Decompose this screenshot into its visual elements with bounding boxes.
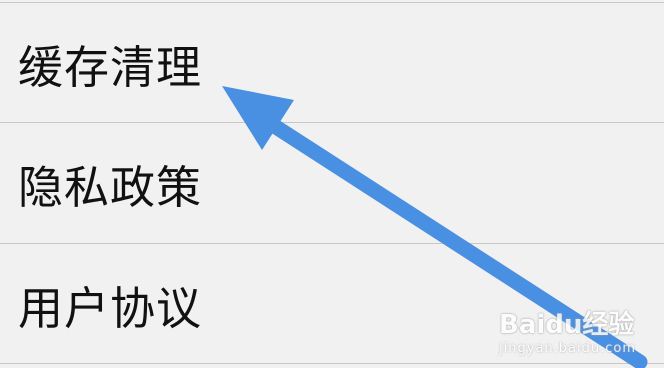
menu-item-label: 缓存清理 bbox=[18, 40, 203, 94]
menu-item-label: 隐私政策 bbox=[18, 160, 203, 214]
divider bbox=[0, 122, 664, 123]
menu-item-user-agreement[interactable]: 用户协议 bbox=[0, 245, 664, 363]
divider bbox=[0, 363, 664, 364]
divider bbox=[0, 2, 664, 3]
divider bbox=[0, 243, 664, 244]
menu-item-privacy-policy[interactable]: 隐私政策 bbox=[0, 124, 664, 242]
settings-screen: 缓存清理 隐私政策 用户协议 Baidu经验 jingyan.baidu.com bbox=[0, 0, 664, 368]
menu-item-cache-clear[interactable]: 缓存清理 bbox=[0, 4, 664, 122]
menu-item-label: 用户协议 bbox=[18, 281, 203, 335]
